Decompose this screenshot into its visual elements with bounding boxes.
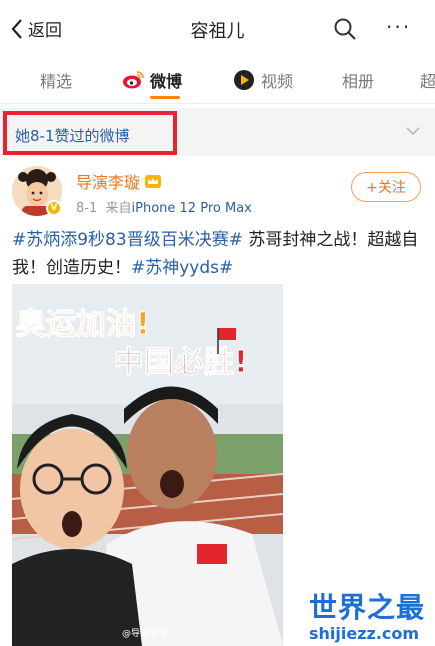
post-meta: 8-1 来自iPhone 12 Pro Max xyxy=(76,197,252,216)
filter-bar[interactable]: 她8-1赞过的微博 xyxy=(0,108,435,156)
highlight-box: 她8-1赞过的微博 xyxy=(3,111,177,155)
follow-label: +关注 xyxy=(366,180,406,196)
search-icon[interactable] xyxy=(333,17,357,41)
photo-banner-line1: 奥运加油! xyxy=(16,307,150,342)
tab-albums[interactable]: 相册 xyxy=(342,68,374,92)
active-tab-indicator xyxy=(150,96,180,99)
video-play-icon xyxy=(234,70,254,90)
watermark-title: 世界之最 xyxy=(309,591,426,624)
tab-featured[interactable]: 精选 xyxy=(40,68,72,92)
tab-label: 精选 xyxy=(40,72,73,91)
top-nav-bar: 返回 容祖儿 ··· xyxy=(0,0,435,58)
tab-label: 相册 xyxy=(342,72,375,91)
photo-credit: @导演李璇 xyxy=(122,627,167,639)
verified-badge-icon: V xyxy=(46,200,62,216)
site-watermark: 世界之最 shijiezz.com xyxy=(309,586,425,643)
weibo-logo-icon xyxy=(123,71,144,89)
photo-banner-line2: 中国必胜! xyxy=(114,345,248,380)
username[interactable]: 导演李璇 xyxy=(76,169,162,193)
tab-label: 微博 xyxy=(150,72,183,91)
follow-button[interactable]: +关注 xyxy=(351,172,421,202)
tab-label: 超 xyxy=(420,72,435,91)
post-body: #苏炳添9秒83晋级百米决赛# 苏哥封神之战！超越自我！创造历史！#苏神yyds… xyxy=(12,226,422,282)
tab-super[interactable]: 超 xyxy=(420,68,435,92)
username-text: 导演李璇 xyxy=(76,173,141,192)
source-prefix: 来自 xyxy=(105,201,132,216)
post-device: iPhone 12 Pro Max xyxy=(131,201,252,216)
chevron-down-icon[interactable] xyxy=(405,125,421,137)
page-title: 容祖儿 xyxy=(190,21,245,42)
more-options-icon[interactable]: ··· xyxy=(386,17,416,38)
watermark-url: shijiezz.com xyxy=(309,624,420,643)
member-crown-icon xyxy=(145,175,162,188)
selfie-image: 奥运加油! 中国必胜! @导演李璇 xyxy=(12,284,283,646)
hashtag-link[interactable]: #苏炳添9秒83晋级百米决赛# xyxy=(12,230,243,250)
tab-videos[interactable]: 视频 xyxy=(233,68,293,92)
tab-label: 视频 xyxy=(261,72,294,91)
post-date: 8-1 xyxy=(76,201,98,216)
profile-tabs: 精选 微博 视频 相册 超 xyxy=(0,58,435,104)
filter-label: 她8-1赞过的微博 xyxy=(15,127,130,145)
tab-weibo[interactable]: 微博 xyxy=(122,68,182,92)
weibo-post: V 导演李璇 8-1 来自iPhone 12 Pro Max +关注 #苏炳添9… xyxy=(0,156,435,646)
post-photo[interactable]: 奥运加油! 中国必胜! @导演李璇 xyxy=(12,284,283,646)
hashtag-link[interactable]: #苏神yyds# xyxy=(131,258,233,278)
